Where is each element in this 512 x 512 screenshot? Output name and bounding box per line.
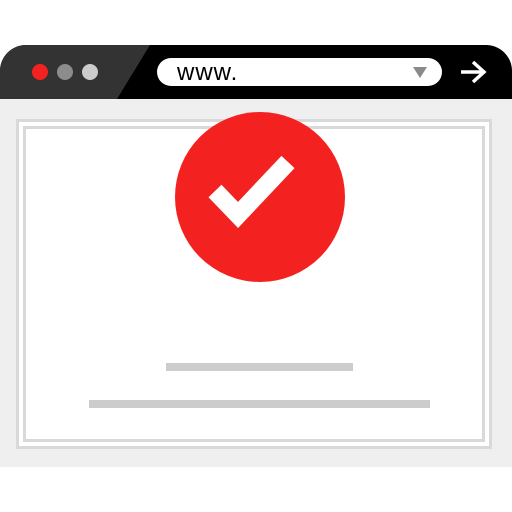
minimize-window-button[interactable] [57,64,73,80]
arrow-right-icon [461,60,487,84]
go-button[interactable] [455,57,491,87]
placeholder-line-short [166,363,353,371]
address-bar[interactable]: www. [157,58,442,86]
triangle-down-icon[interactable] [413,67,427,78]
browser-titlebar: www. [0,45,512,99]
close-window-button[interactable] [32,64,48,80]
maximize-window-button[interactable] [82,64,98,80]
placeholder-line-long [89,400,430,408]
titlebar-controls-area [0,45,150,99]
success-status-badge [175,112,345,282]
address-bar-text: www. [177,59,239,86]
